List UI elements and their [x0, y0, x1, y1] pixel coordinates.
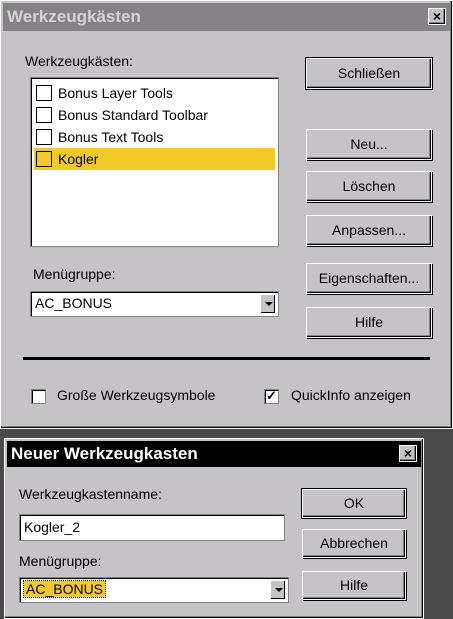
- toolbars-list[interactable]: Bonus Layer Tools Bonus Standard Toolbar…: [30, 77, 279, 247]
- help-button[interactable]: Hilfe: [306, 307, 432, 338]
- ok-button[interactable]: OK: [301, 488, 407, 519]
- large-icons-label[interactable]: Große Werkzeugsymbole: [57, 387, 215, 403]
- toolbar-name-label: Werkzeugkastenname:: [19, 486, 162, 502]
- checkbox-icon[interactable]: [36, 151, 52, 167]
- list-item[interactable]: Bonus Layer Tools: [34, 82, 275, 104]
- menu-group-value: AC_BONUS: [35, 295, 113, 311]
- separator: [23, 357, 430, 360]
- close-button[interactable]: Schließen: [305, 57, 433, 90]
- check-icon: ✓: [266, 388, 277, 403]
- chevron-down-icon[interactable]: [270, 580, 286, 600]
- close-icon[interactable]: ×: [399, 445, 417, 462]
- tooltips-label[interactable]: QuickInfo anzeigen: [291, 387, 411, 403]
- tooltips-checkbox[interactable]: ✓: [264, 389, 279, 404]
- new-toolbar-dialog-titlebar[interactable]: Neuer Werkzeugkasten ×: [7, 441, 421, 467]
- customize-button[interactable]: Anpassen...: [306, 215, 432, 246]
- toolbar-name-input[interactable]: Kogler_2: [19, 514, 285, 541]
- toolbars-list-label: Werkzeugkästen:: [25, 53, 133, 69]
- toolbars-dialog-title: Werkzeugkästen: [7, 7, 141, 26]
- list-item-label: Bonus Standard Toolbar: [58, 107, 208, 123]
- toolbars-dialog: Werkzeugkästen × Werkzeugkästen: Bonus L…: [0, 0, 453, 429]
- list-item-label: Bonus Layer Tools: [58, 85, 173, 101]
- checkbox-icon[interactable]: [36, 107, 52, 123]
- menu-group-label: Menügruppe:: [19, 553, 102, 569]
- list-item-label: Kogler: [58, 151, 99, 167]
- menu-group-label: Menügruppe:: [33, 266, 116, 282]
- chevron-down-icon[interactable]: [260, 294, 276, 314]
- list-item-selected[interactable]: Kogler: [34, 148, 275, 170]
- list-item[interactable]: Bonus Text Tools: [34, 126, 275, 148]
- checkbox-icon[interactable]: [36, 129, 52, 145]
- menu-group-select[interactable]: AC_BONUS: [30, 291, 279, 317]
- menu-group-select[interactable]: AC_BONUS: [19, 577, 289, 603]
- list-item[interactable]: Bonus Standard Toolbar: [34, 104, 275, 126]
- properties-button[interactable]: Eigenschaften...: [306, 263, 432, 294]
- checkbox-icon[interactable]: [36, 85, 52, 101]
- cancel-button[interactable]: Abbrechen: [302, 529, 406, 558]
- large-icons-checkbox[interactable]: [31, 389, 46, 404]
- new-toolbar-dialog: Neuer Werkzeugkasten × Werkzeugkastennam…: [4, 438, 424, 619]
- menu-group-value: AC_BONUS: [22, 580, 107, 598]
- new-button[interactable]: Neu...: [306, 129, 432, 160]
- list-item-label: Bonus Text Tools: [58, 129, 164, 145]
- help-button[interactable]: Hilfe: [302, 571, 406, 600]
- delete-button[interactable]: Löschen: [306, 171, 432, 202]
- close-icon[interactable]: ×: [428, 8, 446, 25]
- new-toolbar-dialog-title: Neuer Werkzeugkasten: [11, 444, 198, 463]
- toolbars-dialog-titlebar[interactable]: Werkzeugkästen ×: [3, 3, 450, 31]
